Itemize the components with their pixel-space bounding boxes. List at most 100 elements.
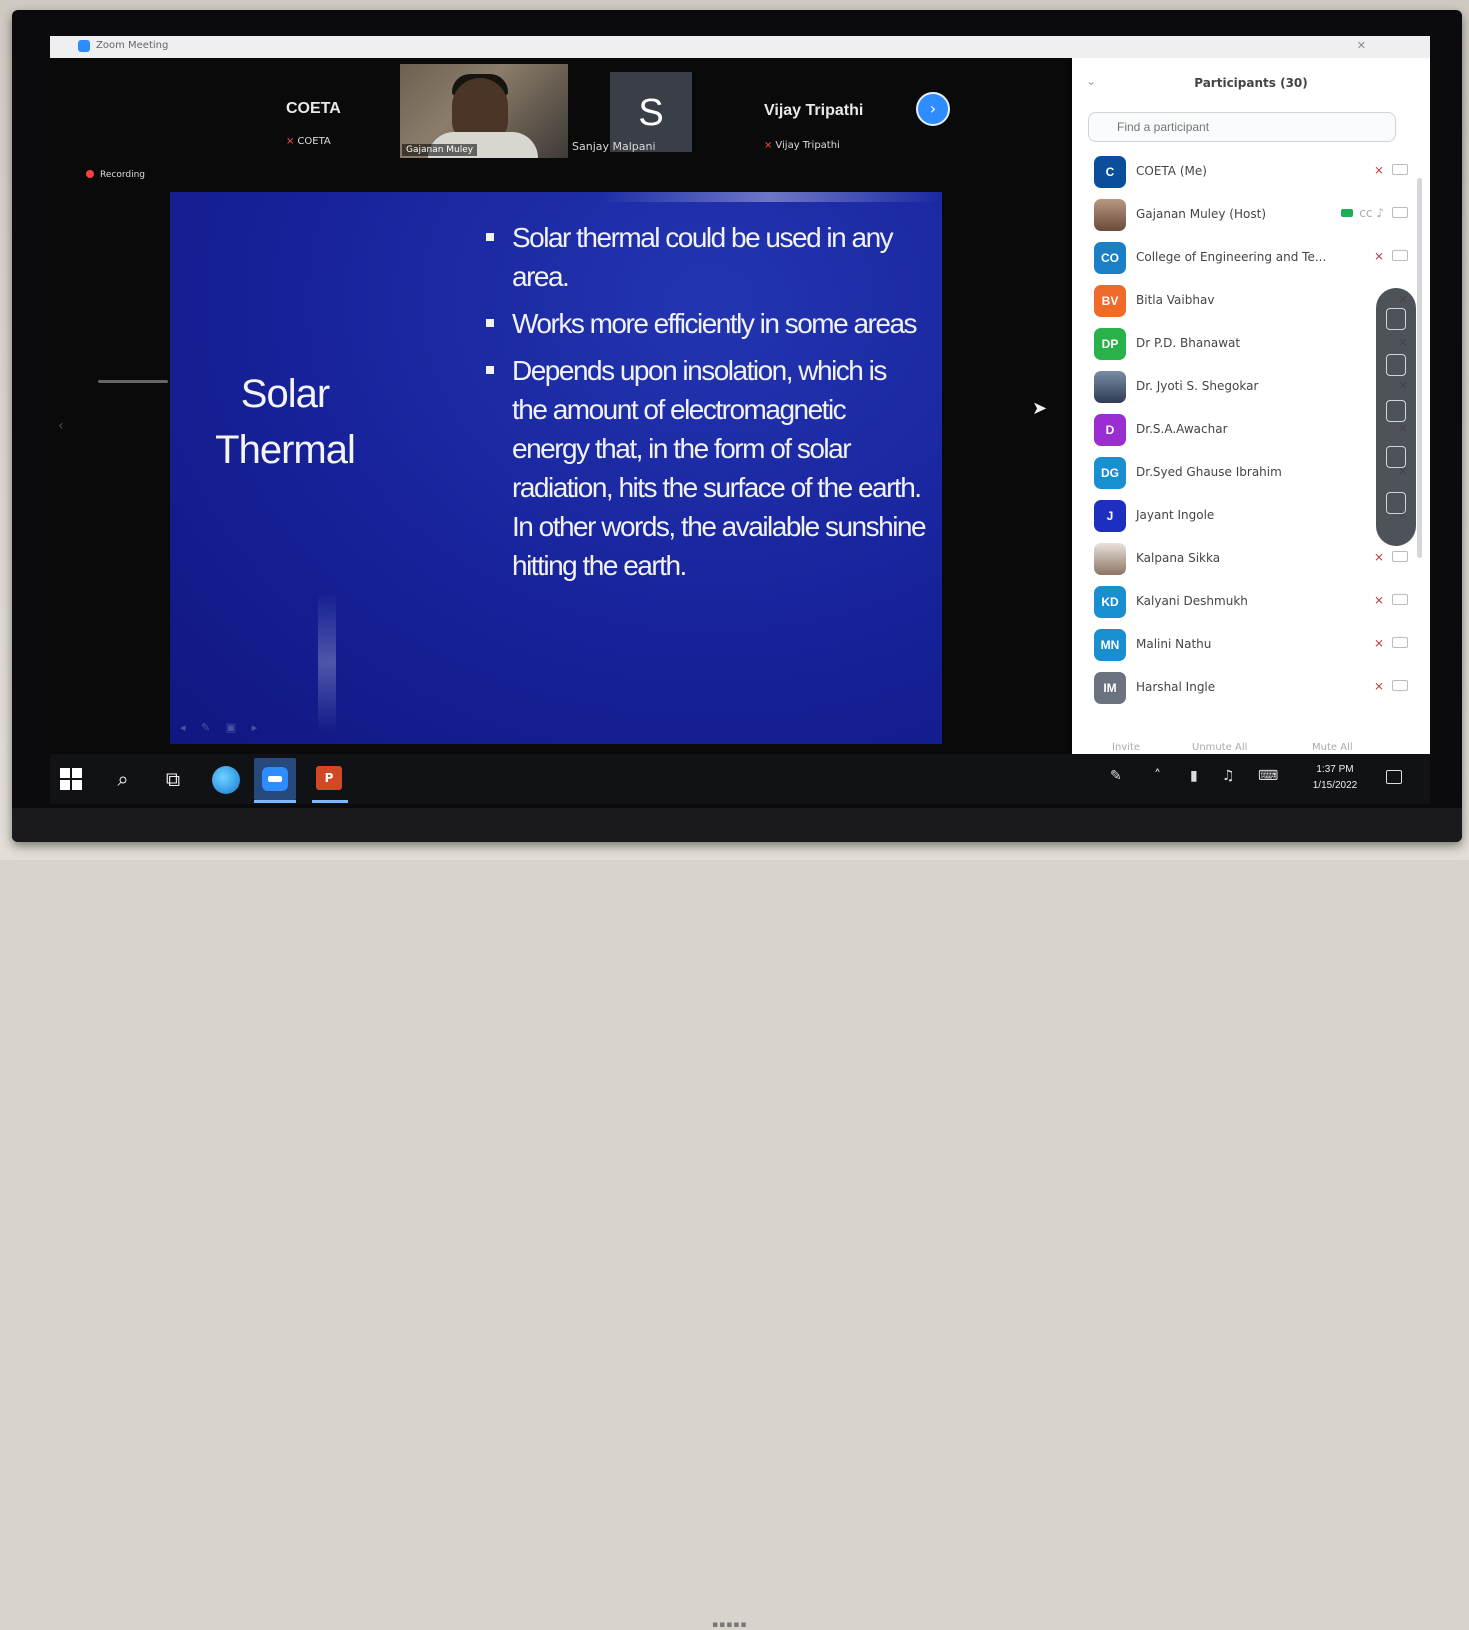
avatar (1094, 199, 1126, 231)
slide-bullet-list: Solar thermal could be used in any area.… (486, 218, 927, 593)
windows-start-icon[interactable] (58, 766, 84, 792)
participant-status: ⨯ (1374, 636, 1408, 650)
list-item[interactable]: MN Malini Nathu ⨯ (1088, 625, 1408, 665)
video-off-icon (1392, 250, 1408, 261)
notification-icon[interactable] (1386, 770, 1402, 784)
list-item[interactable]: Dr. Jyoti S. Shegokar ⨯ (1088, 367, 1408, 407)
avatar: DP (1094, 328, 1126, 360)
list-item[interactable]: CO College of Engineering and Te... ⨯ (1088, 238, 1408, 278)
video-off-icon (1392, 680, 1408, 691)
avatar (1094, 371, 1126, 403)
list-item[interactable]: C COETA (Me) ⨯ (1088, 152, 1408, 192)
mute-all-button[interactable]: Mute All (1312, 742, 1353, 753)
participant-name: Bitla Vaibhav (1136, 293, 1215, 307)
slide-glare (600, 192, 940, 202)
search-icon[interactable]: ⌕ (110, 766, 136, 792)
cc-icon: cc (1359, 206, 1373, 220)
tray-tool-icon[interactable] (1386, 354, 1406, 376)
slide-bullet: Works more efficiently in some areas (486, 304, 926, 343)
participant-name: Dr. Jyoti S. Shegokar (1136, 379, 1259, 393)
participant-name: Harshal Ingle (1136, 680, 1216, 694)
tray-tool-icon[interactable] (1386, 492, 1406, 514)
participant-name: Kalpana Sikka (1136, 551, 1221, 565)
mic-muted-icon: ⨯ (1373, 249, 1384, 263)
participant-status: ⨯ (1374, 679, 1408, 693)
taskbar-clock[interactable]: 1:37 PM 1/15/2022 (1300, 762, 1370, 794)
unmute-all-button[interactable]: Unmute All (1192, 742, 1247, 753)
participant-name: Jayant Ingole (1136, 508, 1215, 522)
active-app-indicator (254, 800, 296, 803)
tile-display-name: Vijay Tripathi (764, 102, 864, 119)
tile-initial: S (638, 92, 664, 134)
gallery-strip: COETA ⨯ COETA Gajanan Muley S Sanjay Malp… (50, 58, 1068, 164)
participant-name: Malini Nathu (1136, 637, 1212, 651)
windows-taskbar: ⌕ ⧉ P ✎ ˄ ▮ ♫ ⌨ 1:37 PM 1/15/2022 (50, 754, 1430, 804)
participant-search-input[interactable] (1088, 112, 1396, 142)
slide-bullet: Depends upon insolation, which is the am… (486, 351, 927, 585)
zoom-taskbar-icon[interactable] (254, 758, 296, 800)
invite-button[interactable]: Invite (1112, 742, 1140, 753)
close-icon[interactable]: ✕ (1357, 39, 1366, 52)
pen-icon[interactable]: ✎ (1110, 768, 1122, 784)
slide-bullet: Solar thermal could be used in any area. (486, 218, 926, 296)
avatar: D (1094, 414, 1126, 446)
tile-name-label: ⨯ Vijay Tripathi (764, 140, 840, 151)
participant-list-scrollbar[interactable] (1417, 178, 1422, 558)
participant-name: College of Engineering and Te... (1136, 250, 1327, 264)
participant-name: Dr.S.A.Awachar (1136, 422, 1228, 436)
avatar: C (1094, 156, 1126, 188)
chevron-left-icon: ‹ (58, 418, 64, 434)
floating-tool-tray (1376, 288, 1416, 546)
tile-display-name: COETA (286, 100, 341, 117)
avatar: IM (1094, 672, 1126, 704)
powerpoint-icon[interactable]: P (316, 766, 342, 790)
participant-tile-video[interactable]: Gajanan Muley (400, 64, 568, 158)
keyboard-icon[interactable]: ⌨ (1258, 768, 1278, 784)
list-item[interactable]: Gajanan Muley (Host) cc ♪ (1088, 195, 1408, 235)
list-item[interactable]: J Jayant Ingole ⨯ (1088, 496, 1408, 536)
list-item[interactable]: BV Bitla Vaibhav ⨯ (1088, 281, 1408, 321)
mic-icon: ♪ (1376, 206, 1384, 220)
mic-muted-icon: ⨯ (1373, 679, 1384, 693)
mic-muted-icon: ⨯ (286, 136, 295, 147)
participant-status: cc ♪ (1341, 206, 1408, 220)
tile-name-label: Gajanan Muley (402, 144, 478, 156)
battery-icon[interactable]: ▮ (1190, 768, 1198, 784)
participant-status: ⨯ (1374, 593, 1408, 607)
next-page-button[interactable]: › (916, 92, 950, 126)
edge-browser-icon[interactable] (212, 766, 240, 794)
mic-muted-icon: ⨯ (1373, 163, 1384, 177)
tv-bottom-bezel: ▪▪▪▪▪ (12, 808, 1462, 1630)
list-item[interactable]: DG Dr.Syed Ghause Ibrahim ⨯ (1088, 453, 1408, 493)
participant-tile-coeta[interactable]: COETA ⨯ COETA (250, 62, 390, 158)
list-item[interactable]: D Dr.S.A.Awachar ⨯ (1088, 410, 1408, 450)
video-off-icon (1392, 551, 1408, 562)
avatar: CO (1094, 242, 1126, 274)
list-item[interactable]: IM Harshal Ingle ⨯ (1088, 668, 1408, 708)
tray-tool-icon[interactable] (1386, 400, 1406, 422)
avatar: MN (1094, 629, 1126, 661)
participant-status: ⨯ (1374, 249, 1408, 263)
participant-name: Dr P.D. Bhanawat (1136, 336, 1241, 350)
slide-reflection (318, 592, 336, 732)
list-item[interactable]: DP Dr P.D. Bhanawat ⨯ (1088, 324, 1408, 364)
video-icon (1392, 207, 1408, 218)
share-icon (1341, 209, 1354, 217)
video-off-icon (1392, 637, 1408, 648)
list-item[interactable]: KD Kalyani Deshmukh ⨯ (1088, 582, 1408, 622)
slide-show-controls[interactable]: ◂ ✎ ▣ ▸ (180, 721, 263, 734)
tile-name-label: ⨯ COETA (286, 136, 331, 147)
mic-muted-icon: ⨯ (764, 140, 773, 151)
left-panel-handle (98, 380, 168, 383)
chevron-up-icon[interactable]: ˄ (1154, 768, 1161, 784)
mouse-cursor-icon: ➤ (1032, 398, 1048, 419)
participant-name: Gajanan Muley (Host) (1136, 207, 1266, 221)
task-view-icon[interactable]: ⧉ (160, 766, 186, 792)
speaker-icon[interactable]: ♫ (1222, 768, 1235, 784)
tray-tool-icon[interactable] (1386, 308, 1406, 330)
list-item[interactable]: Kalpana Sikka ⨯ (1088, 539, 1408, 579)
participant-status: ⨯ (1374, 550, 1408, 564)
mic-muted-icon: ⨯ (1373, 550, 1384, 564)
avatar (1094, 543, 1126, 575)
tray-tool-icon[interactable] (1386, 446, 1406, 468)
